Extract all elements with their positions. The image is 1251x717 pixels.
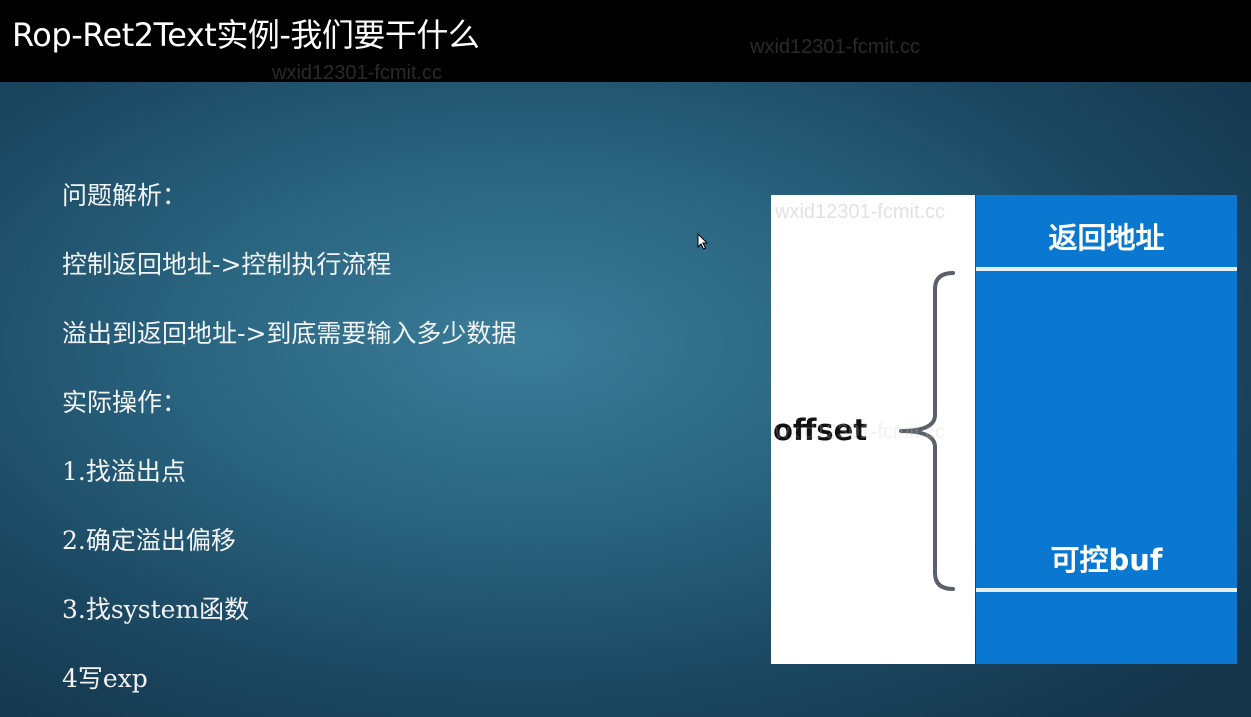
separator-line: [976, 588, 1237, 592]
stack-block: 返回地址 可控buf: [976, 195, 1237, 664]
slide-background: Rop-Ret2Text实例-我们要干什么 wxid12301-fcmit.cc…: [0, 0, 1251, 717]
watermark: wxid12301-fcmit.cc: [750, 36, 921, 58]
problem-analysis-heading: 问题解析：: [62, 181, 188, 210]
watermark: wxid12301-fcmit.cc: [775, 201, 946, 223]
step-item: 4写exp: [62, 664, 148, 693]
step-item: 2.确定溢出偏移: [62, 526, 236, 555]
step-item: 3.找system函数: [62, 595, 250, 624]
slide-title: Rop-Ret2Text实例-我们要干什么: [12, 16, 480, 54]
watermark: wxid12301-fcmit.cc: [775, 421, 946, 443]
separator-line: [976, 267, 1237, 271]
text-line: 控制返回地址->控制执行流程: [62, 250, 392, 279]
step-item: 1.找溢出点: [62, 457, 186, 486]
text-line: 溢出到返回地址->到底需要输入多少数据: [62, 319, 517, 348]
buf-label: 可控buf: [1050, 543, 1163, 577]
mouse-cursor-icon: [697, 233, 709, 250]
return-address-label: 返回地址: [1048, 221, 1165, 255]
actual-operation-heading: 实际操作：: [62, 388, 188, 417]
watermark: wxid12301-fcmit.cc: [272, 62, 443, 84]
stack-diagram: 返回地址 可控buf offset wxid12301-fcmit.cc wxi…: [771, 195, 1237, 664]
title-bar: Rop-Ret2Text实例-我们要干什么 wxid12301-fcmit.cc: [0, 0, 1251, 82]
